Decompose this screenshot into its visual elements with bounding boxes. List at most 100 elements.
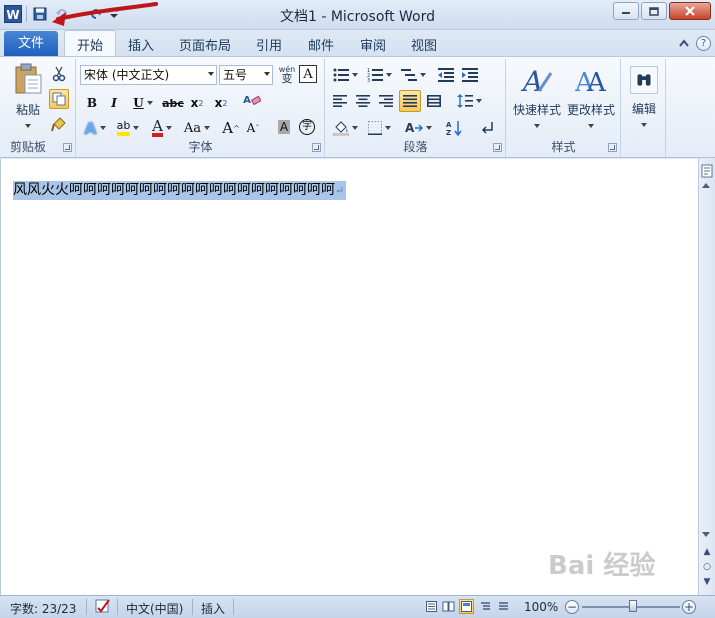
minimize-button[interactable] [613,2,639,20]
collapse-ribbon-icon[interactable] [678,36,690,51]
statusbar-separator [192,599,193,615]
paragraph-dialog-launcher[interactable] [493,143,502,152]
enclose-characters-button[interactable]: 字 [297,117,317,137]
zoom-in-button[interactable]: + [682,600,696,614]
clipboard-dialog-launcher[interactable] [63,143,72,152]
strikethrough-button[interactable]: abc [161,93,185,113]
text-effects-button[interactable]: A [81,117,109,139]
grow-font-button[interactable]: A ^ [221,117,241,139]
proofing-icon[interactable] [94,598,112,617]
change-styles-icon: A A [575,68,607,97]
text-effects-dropdown-icon [99,126,106,130]
font-color-icon: A [152,117,163,137]
numbering-button[interactable]: 123 [364,65,394,85]
paste-dropdown-icon[interactable] [25,123,31,128]
character-shading-button[interactable]: A [275,117,293,137]
decrease-indent-button[interactable] [436,65,456,85]
outline-view-icon[interactable] [478,599,493,614]
increase-indent-button[interactable] [460,65,480,85]
document-area[interactable]: 风风火火呵呵呵呵呵呵呵呵呵呵呵呵呵呵呵呵呵呵呵↵ [0,159,698,595]
print-layout-view-icon[interactable] [424,599,439,614]
align-left-button[interactable] [330,91,350,111]
tab-review[interactable]: 审阅 [360,35,386,54]
tab-insert[interactable]: 插入 [128,35,154,54]
bullets-button[interactable] [330,65,360,85]
align-center-button[interactable] [353,91,373,111]
font-dialog-launcher[interactable] [312,143,321,152]
tab-view[interactable]: 视图 [411,35,437,54]
show-formatting-marks-button[interactable] [478,117,498,139]
clear-formatting-button[interactable]: A [241,89,263,111]
styles-dialog-launcher[interactable] [608,143,617,152]
zoom-slider-thumb[interactable] [629,600,637,612]
borders-button[interactable] [364,117,394,139]
previous-page-icon[interactable]: ▲ [702,547,712,557]
zoom-out-button[interactable]: − [565,600,579,614]
bold-button[interactable]: B [83,93,101,113]
scroll-down-arrow[interactable] [702,532,710,537]
draft-view-icon[interactable] [496,599,511,614]
format-painter-button[interactable] [50,115,68,133]
insert-mode-indicator[interactable]: 插入 [201,600,225,617]
borders-dropdown-icon [384,126,391,130]
web-layout-view-icon[interactable] [459,599,474,614]
change-case-button[interactable]: Aa [181,117,213,139]
highlight-color-button[interactable]: ab [113,117,143,139]
quick-styles-button[interactable]: A 快速样式 [511,61,563,131]
highlight-icon: ab [116,120,131,136]
view-ruler-icon[interactable] [700,164,714,180]
shading-button[interactable] [330,117,360,139]
vertical-scrollbar[interactable]: ▲ ○ ▼ [698,159,715,595]
scroll-up-arrow[interactable] [702,183,710,188]
sort-button[interactable]: AZ [444,117,464,139]
align-right-button[interactable] [376,91,396,111]
italic-icon: I [111,96,117,110]
next-page-icon[interactable]: ▼ [702,577,712,587]
copy-button[interactable] [49,89,69,109]
maximize-button[interactable] [641,2,667,20]
clear-formatting-icon: A [243,94,251,106]
svg-text:Z: Z [446,129,451,136]
shrink-font-icon: A [246,121,256,135]
shrink-font-button[interactable]: Aˇ [243,117,263,139]
window-title: 文档1 - Microsoft Word [279,9,435,25]
editing-dropdown-icon [641,122,647,127]
language-indicator[interactable]: 中文(中国) [126,600,183,617]
strikethrough-icon: abc [162,96,184,110]
underline-button[interactable]: U [129,93,157,113]
chinese-layout-button[interactable]: A [402,117,434,139]
tab-references[interactable]: 引用 [256,35,282,54]
phonetic-guide-button[interactable]: wén 变 [277,63,297,85]
tab-home[interactable]: 开始 [64,30,117,56]
help-icon[interactable]: ? [696,36,711,51]
format-painter-icon [51,117,66,132]
paste-button[interactable]: 粘贴 [8,61,48,129]
font-size-select[interactable]: 五号 [219,65,273,85]
font-name-select[interactable]: 宋体 (中文正文) [80,65,217,85]
justify-button[interactable] [399,90,421,112]
character-border-button[interactable]: A [299,65,317,83]
change-styles-button[interactable]: A A 更改样式 [565,61,617,131]
tab-file[interactable]: 文件 [4,31,58,56]
distributed-button[interactable] [424,91,444,111]
close-button[interactable] [669,2,711,20]
italic-button[interactable]: I [105,93,123,113]
numbering-icon: 123 [367,68,383,82]
font-color-button[interactable]: A [147,117,177,139]
subscript-button[interactable]: x2 [187,93,207,113]
browse-object-icon[interactable]: ○ [702,562,712,572]
tab-mailings[interactable]: 邮件 [308,35,334,54]
selected-document-text[interactable]: 风风火火呵呵呵呵呵呵呵呵呵呵呵呵呵呵呵呵呵呵呵↵ [13,181,347,200]
editing-button[interactable]: 编辑 [626,61,662,131]
cut-button[interactable] [50,65,68,83]
line-spacing-button[interactable] [454,91,484,111]
zoom-level[interactable]: 100% [524,600,558,614]
word-count[interactable]: 字数: 23/23 [10,600,76,617]
tab-page-layout[interactable]: 页面布局 [179,35,231,54]
paragraph-group-label: 段落 [403,140,428,154]
clipboard-group: 粘贴 剪贴板 [4,59,76,157]
full-screen-reading-view-icon[interactable] [441,599,456,614]
superscript-button[interactable]: x2 [211,93,231,113]
svg-text:A: A [586,68,607,97]
multilevel-list-button[interactable] [398,65,428,85]
